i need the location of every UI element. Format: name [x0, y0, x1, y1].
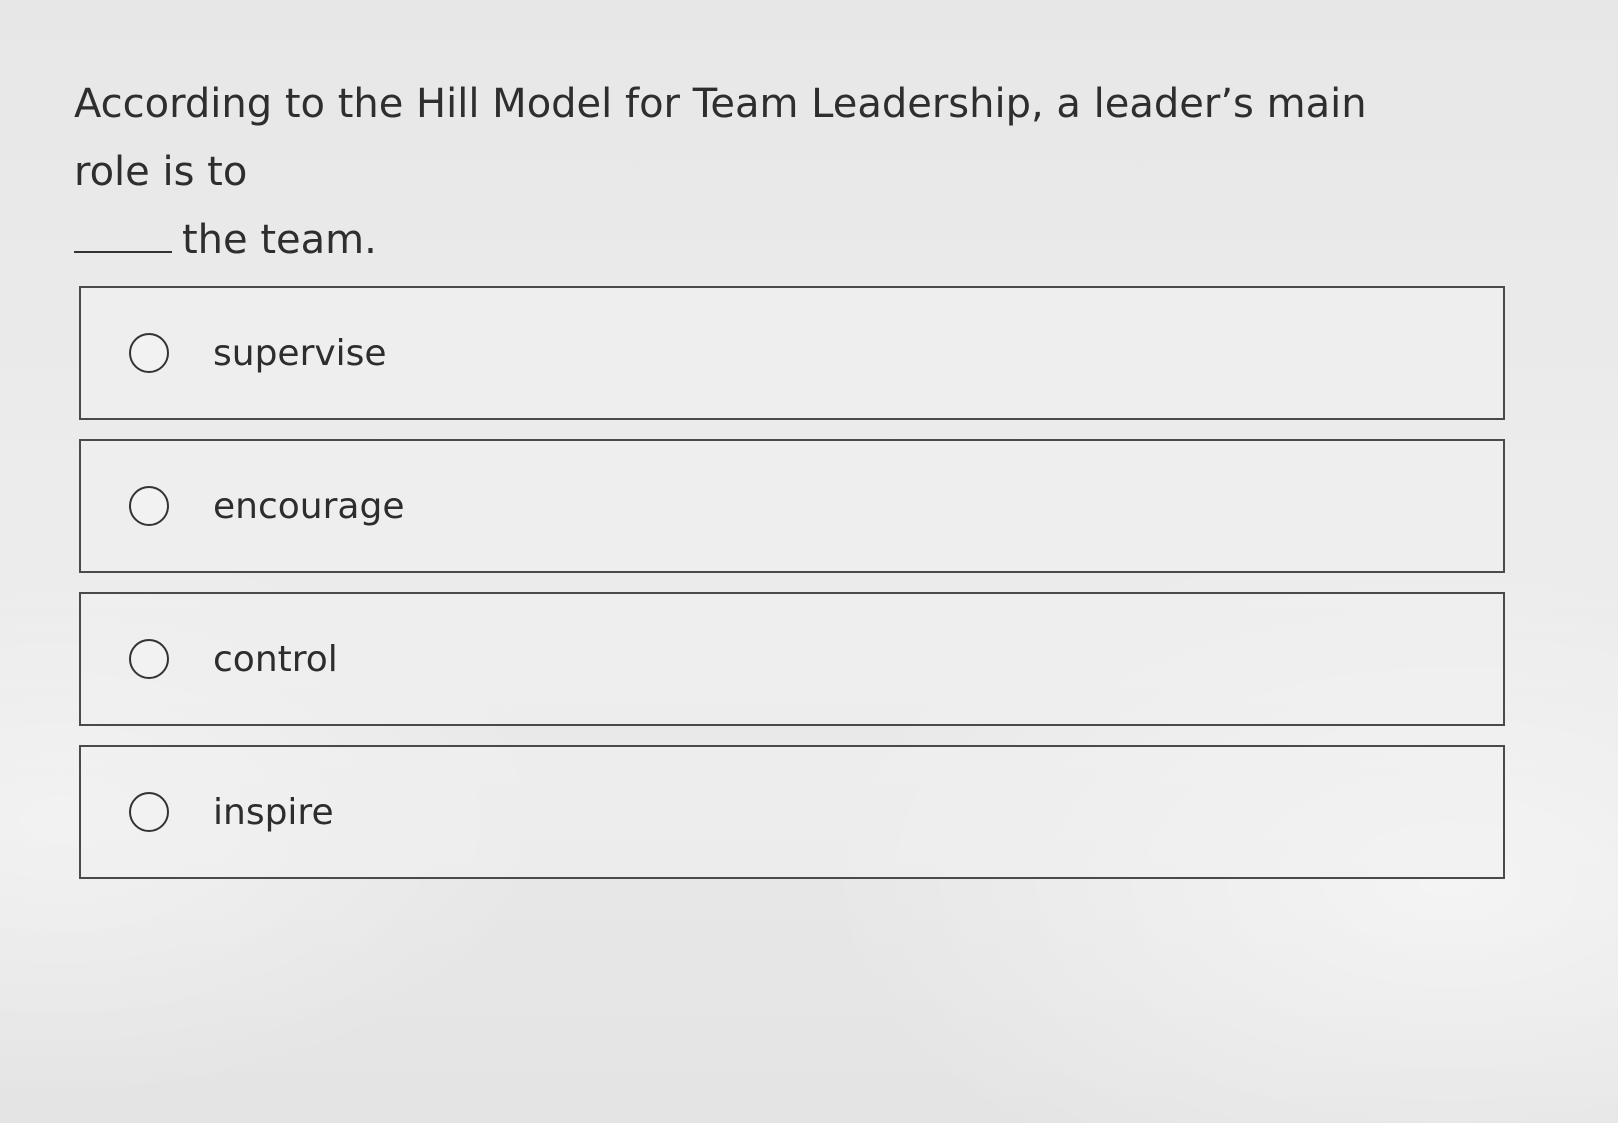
option-supervise[interactable]: supervise [79, 286, 1505, 420]
option-encourage[interactable]: encourage [79, 439, 1505, 573]
option-label: encourage [213, 485, 405, 527]
option-label: supervise [213, 332, 387, 374]
option-inspire[interactable]: inspire [79, 745, 1505, 879]
question-suffix: the team. [182, 217, 377, 263]
radio-button-icon[interactable] [129, 639, 169, 679]
question-prompt: According to the Hill Model for Team Lea… [74, 81, 1367, 195]
answer-options: supervise encourage control inspire [79, 286, 1505, 898]
question-text: According to the Hill Model for Team Lea… [74, 70, 1454, 274]
option-control[interactable]: control [79, 592, 1505, 726]
radio-button-icon[interactable] [129, 486, 169, 526]
radio-button-icon[interactable] [129, 792, 169, 832]
radio-button-icon[interactable] [129, 333, 169, 373]
option-label: control [213, 638, 338, 680]
answer-blank [74, 207, 172, 253]
option-label: inspire [213, 791, 334, 833]
